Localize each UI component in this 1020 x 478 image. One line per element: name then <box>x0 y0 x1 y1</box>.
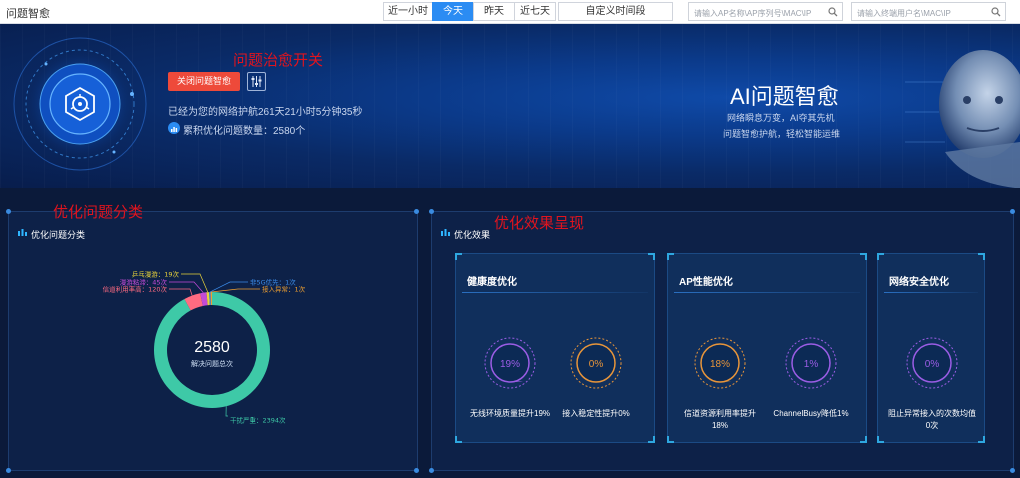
metric-label: 阻止异常接入的次数均值0次 <box>888 409 976 430</box>
card-corner-bracket <box>667 436 674 443</box>
custom-range-button[interactable]: 自定义时间段 <box>558 2 673 21</box>
ap-search-box <box>688 2 843 22</box>
metric-item: 19% 无线环境质量提升19% <box>470 336 550 420</box>
metric-item: 1% ChannelBusy降低1% <box>766 336 856 420</box>
card-corner-bracket <box>860 436 867 443</box>
card-corner-bracket <box>860 253 867 260</box>
label-leader-line <box>169 288 193 296</box>
card-corner-bracket <box>877 253 884 260</box>
annotation-effect: 优化效果呈现 <box>494 214 585 232</box>
card-divider <box>462 292 648 293</box>
ai-tagline-1: 网络瞬息万变，AI夺其先机 <box>727 113 835 123</box>
card-corner-bracket <box>648 253 655 260</box>
search-icon[interactable] <box>991 7 1001 17</box>
hero-banner: 关闭问题智愈 已经为您的网络护航261天21小时5分钟35秒 累积优化问题数量：… <box>0 24 1020 188</box>
banner-texture <box>0 24 1020 188</box>
label-leader-line <box>225 406 228 417</box>
search-icon[interactable] <box>828 7 838 17</box>
label-leader-line <box>181 273 209 293</box>
robot-illustration <box>905 50 1020 188</box>
corner-marker <box>6 209 11 214</box>
gauge-ring: 18% <box>694 337 746 389</box>
close-self-healing-button[interactable]: 关闭问题智愈 <box>168 72 240 91</box>
card-divider <box>674 292 860 293</box>
gauge-value: 0% <box>925 359 940 370</box>
corner-marker <box>1010 209 1015 214</box>
tab-last-hour[interactable]: 近一小时 <box>383 2 433 21</box>
metric-item: 18% 信道资源利用率提升18% <box>680 336 760 432</box>
app-title: 问题智愈 <box>6 8 50 20</box>
bars-icon <box>441 229 450 236</box>
card-corner-bracket <box>455 436 462 443</box>
card-corner-bracket <box>978 253 985 260</box>
tab-last-seven-days[interactable]: 近七天 <box>514 2 556 21</box>
annotation-category: 优化问题分类 <box>53 203 144 221</box>
card-corner-bracket <box>455 253 462 260</box>
metric-item: 0% 接入稳定性提升0% <box>556 336 636 420</box>
corner-marker <box>414 209 419 214</box>
card-security: 网络安全优化 0% 阻止异常接入的次数均值0次 <box>877 253 985 443</box>
metric-item: 0% 阻止异常接入的次数均值0次 <box>888 336 976 432</box>
metric-label: 信道资源利用率提升18% <box>684 409 756 430</box>
gauge-value: 19% <box>500 359 520 370</box>
metric-label: ChannelBusy降低1% <box>773 409 849 418</box>
donut-total-label: 解决问题总次 <box>191 359 233 368</box>
gauge-ring: 0% <box>906 337 958 389</box>
corner-marker <box>414 468 419 473</box>
time-range-tabs: 近一小时 今天 昨天 近七天 自定义时间段 <box>383 2 673 21</box>
gauge-ring: 0% <box>570 337 622 389</box>
label-leader-line <box>211 288 260 293</box>
tab-today[interactable]: 今天 <box>432 2 474 21</box>
chart-icon <box>168 122 180 134</box>
slice-label: 干扰严重：2394次 <box>230 416 286 425</box>
corner-marker <box>429 209 434 214</box>
gauge-value: 18% <box>710 359 730 370</box>
card-corner-bracket <box>877 436 884 443</box>
corner-marker <box>429 468 434 473</box>
label-leader-line <box>169 281 204 293</box>
corner-marker <box>6 468 11 473</box>
card-corner-bracket <box>667 253 674 260</box>
corner-marker <box>1010 468 1015 473</box>
card-title: 网络安全优化 <box>889 277 949 288</box>
card-corner-bracket <box>978 436 985 443</box>
card-ap-performance: AP性能优化 18% 信道资源利用率提升18% 1% ChannelBusy降低… <box>667 253 867 443</box>
card-title: AP性能优化 <box>679 277 733 288</box>
settings-button[interactable] <box>247 72 266 91</box>
donut-total-value: 2580 <box>194 339 230 356</box>
gauge-value: 0% <box>589 359 604 370</box>
card-corner-bracket <box>648 436 655 443</box>
annotation-switch: 问题治愈开关 <box>233 51 324 69</box>
ai-heading: AI问题智愈 <box>730 84 839 109</box>
category-panel-title: 优化问题分类 <box>31 230 86 240</box>
label-leader-line <box>209 281 248 293</box>
card-health: 健康度优化 19% 无线环境质量提升19% 0% 接入稳定性提升0% <box>455 253 655 443</box>
tab-yesterday[interactable]: 昨天 <box>473 2 515 21</box>
bars-icon <box>18 229 27 236</box>
category-donut-chart: 2580解决问题总次干扰严重：2394次信道利用率高：120次漫游粘滞：45次乒… <box>103 270 306 425</box>
gauge-ring: 19% <box>484 337 536 389</box>
top-bar: 问题智愈 近一小时 今天 昨天 近七天 自定义时间段 <box>0 0 1020 24</box>
metric-label: 接入稳定性提升0% <box>562 409 630 418</box>
ap-search-input[interactable] <box>689 5 842 22</box>
gauge-value: 1% <box>804 359 819 370</box>
gauge-ring: 1% <box>785 337 837 389</box>
slice-label: 乒乓漫游：19次 <box>132 270 180 279</box>
effect-panel-title: 优化效果 <box>454 230 491 240</box>
cumulative-count: 累积优化问题数量：2580个 <box>183 126 306 137</box>
card-title: 健康度优化 <box>467 277 517 288</box>
slice-label: 漫游粘滞：45次 <box>120 278 168 287</box>
uptime-text: 已经为您的网络护航261天21小时5分钟35秒 <box>168 107 363 118</box>
user-search-input[interactable] <box>852 5 1005 22</box>
slice-label: 接入异常：1次 <box>262 285 306 294</box>
metric-label: 无线环境质量提升19% <box>470 409 551 418</box>
shield-gear-icon <box>65 86 95 122</box>
card-divider <box>884 292 978 293</box>
ai-tagline-2: 问题智愈护航，轻松智能运维 <box>723 129 841 139</box>
sliders-icon <box>251 76 262 87</box>
user-search-box <box>851 2 1006 22</box>
